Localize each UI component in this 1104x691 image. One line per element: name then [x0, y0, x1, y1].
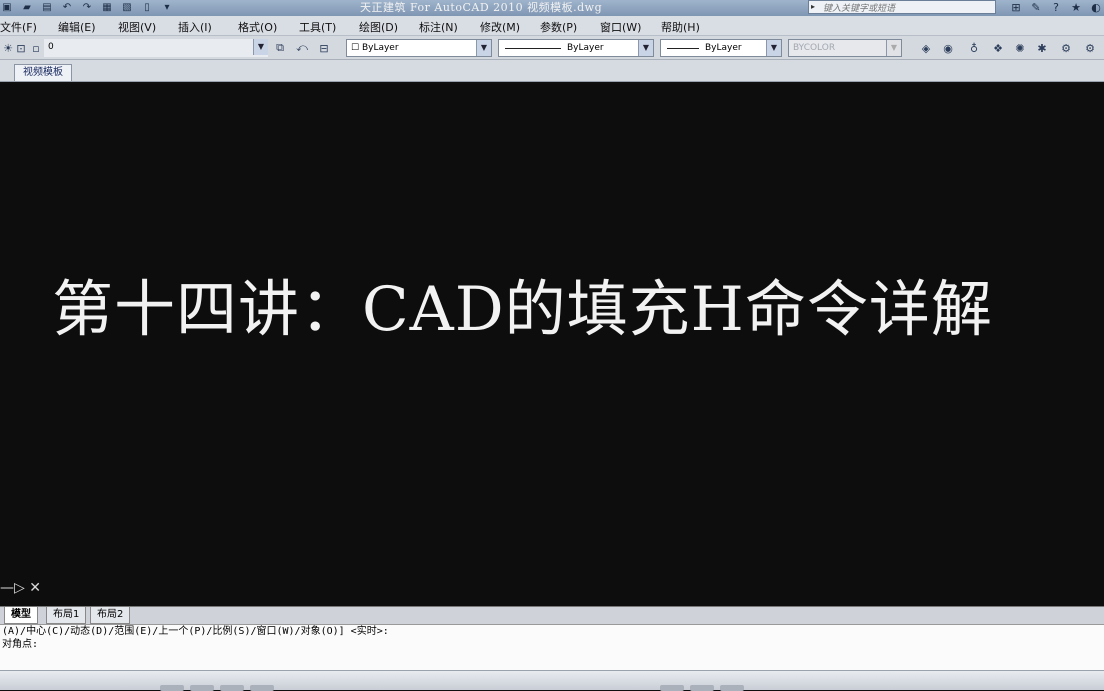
status-toggle[interactable] [220, 685, 244, 691]
layer-value: 0 [48, 42, 54, 52]
status-toggle[interactable] [160, 685, 184, 691]
search-box[interactable]: ▸ [808, 0, 996, 15]
plotstyle-value: BYCOLOR [793, 43, 836, 53]
linetype-dropdown[interactable]: ByLayer ▼ [498, 39, 654, 57]
status-toggle[interactable] [720, 685, 744, 691]
ucs-axis-icon: —▷ ✕ [0, 580, 41, 596]
status-bar [0, 670, 1104, 691]
menu-edit[interactable]: 编辑(E) [58, 19, 96, 35]
layer-dropdown[interactable]: 0 ▼ [44, 39, 268, 57]
layer-previous-icon[interactable]: ⤺ [294, 40, 310, 56]
chevron-down-icon: ▼ [886, 40, 901, 56]
layer-freeze-icon[interactable]: ✱ [1034, 40, 1050, 56]
menu-tools[interactable]: 工具(T) [299, 19, 336, 35]
quick-access-toolbar: ▣ ▰ ▤ ↶ ↷ ▦ ▧ ▯ ▾ [0, 1, 174, 15]
color-value: ByLayer [361, 43, 399, 53]
chevron-down-icon[interactable]: ▼ [638, 40, 653, 56]
menu-view[interactable]: 视图(V) [118, 19, 156, 35]
open-icon[interactable]: ▰ [20, 1, 34, 14]
layer-isolate-icon[interactable]: ❖ [990, 40, 1006, 56]
file-tab-strip: 视频模板 [0, 60, 1104, 82]
menu-window[interactable]: 窗口(W) [600, 19, 641, 35]
info-icon[interactable]: ◐ [1088, 0, 1104, 15]
menu-insert[interactable]: 插入(I) [178, 19, 212, 35]
lineweight-dropdown[interactable]: ByLayer ▼ [660, 39, 782, 57]
binoculars-icon[interactable]: ⊞ [1008, 0, 1024, 15]
dropdown-icon[interactable]: ▾ [160, 1, 174, 14]
tab-layout1[interactable]: 布局1 [46, 607, 87, 624]
favorites-star-icon[interactable]: ★ [1068, 0, 1084, 15]
status-toggle[interactable] [190, 685, 214, 691]
drawing-headline-text: 第十四讲：CAD的填充H命令详解 [52, 274, 993, 345]
menu-help[interactable]: 帮助(H) [661, 19, 700, 35]
title-bar: ▣ ▰ ▤ ↶ ↷ ▦ ▧ ▯ ▾ 天正建筑 For AutoCAD 2010 … [0, 0, 1104, 16]
app-menu-icon[interactable]: ▣ [0, 1, 14, 14]
menu-parametric[interactable]: 参数(P) [540, 19, 577, 35]
layer-lock-icon[interactable]: ⊡ [13, 40, 29, 56]
help-icon[interactable]: ? [1048, 0, 1064, 15]
menu-bar: 文件(F) 编辑(E) 视图(V) 插入(I) 格式(O) 工具(T) 绘图(D… [0, 16, 1104, 36]
color-swatch-icon: ☐ [351, 43, 362, 53]
menu-format[interactable]: 格式(O) [238, 19, 277, 35]
document-tab[interactable]: 视频模板 [14, 64, 72, 81]
plotstyle-dropdown: BYCOLOR ▼ [788, 39, 902, 57]
status-toggle[interactable] [690, 685, 714, 691]
infocenter-icons: ⊞ ✎ ? ★ ◐ [1008, 0, 1104, 15]
chevron-down-icon[interactable]: ▼ [253, 39, 268, 55]
communication-icon[interactable]: ✎ [1028, 0, 1044, 15]
publish-icon[interactable]: ▧ [120, 1, 134, 14]
drawing-canvas[interactable]: 第十四讲：CAD的填充H命令详解 —▷ ✕ [0, 84, 1104, 606]
undo-icon[interactable]: ↶ [60, 1, 74, 14]
tab-model[interactable]: 模型 [4, 607, 38, 624]
menu-modify[interactable]: 修改(M) [480, 19, 520, 35]
layer-tool-icon[interactable]: ⊟ [316, 40, 332, 56]
layer-properties-icon[interactable]: ◈ [918, 40, 934, 56]
layers-properties-toolbar: ☀ ⊡ ▫ 0 ▼ ⧉ ⤺ ⊟ ☐ ByLayer ▼ ByLayer ▼ By… [0, 36, 1104, 60]
command-history-line-1: (A)/中心(C)/动态(D)/范围(E)/上一个(P)/比例(S)/窗口(W)… [2, 626, 389, 637]
menu-file[interactable]: 文件(F) [0, 19, 37, 35]
save-icon[interactable]: ▤ [40, 1, 54, 14]
settings-gear-icon[interactable]: ⚙ [1082, 40, 1098, 56]
linetype-preview [505, 48, 561, 49]
chevron-down-icon[interactable]: ▼ [476, 40, 491, 56]
menu-draw[interactable]: 绘图(D) [359, 19, 398, 35]
search-input[interactable] [809, 3, 993, 15]
layer-color-swatch-icon[interactable]: ▫ [28, 40, 44, 56]
command-history-line-2: 对角点: [2, 639, 39, 650]
lineweight-preview [667, 48, 699, 49]
make-current-layer-icon[interactable]: ⧉ [272, 40, 288, 56]
linetype-value: ByLayer [567, 43, 604, 53]
bulb-icon[interactable]: ♁ [966, 40, 982, 56]
tab-layout2[interactable]: 布局2 [90, 607, 131, 624]
redo-icon[interactable]: ↷ [80, 1, 94, 14]
layout-tabs: 模型 布局1 布局2 [0, 606, 1104, 624]
status-toggle[interactable] [660, 685, 684, 691]
search-arrow-icon: ▸ [811, 2, 816, 11]
layer-walk-icon[interactable]: ◉ [940, 40, 956, 56]
print-icon[interactable]: ▦ [100, 1, 114, 14]
status-toggle[interactable] [250, 685, 274, 691]
lightbulb-icon[interactable]: ✺ [1012, 40, 1028, 56]
menu-dimension[interactable]: 标注(N) [419, 19, 458, 35]
gear-icon[interactable]: ⚙ [1058, 40, 1074, 56]
window-title: 天正建筑 For AutoCAD 2010 视频模板.dwg [360, 1, 603, 14]
plot-icon[interactable]: ▯ [140, 1, 154, 14]
lineweight-value: ByLayer [705, 43, 742, 53]
color-dropdown[interactable]: ☐ ByLayer ▼ [346, 39, 492, 57]
chevron-down-icon[interactable]: ▼ [766, 40, 781, 56]
command-line[interactable]: (A)/中心(C)/动态(D)/范围(E)/上一个(P)/比例(S)/窗口(W)… [0, 624, 1104, 670]
